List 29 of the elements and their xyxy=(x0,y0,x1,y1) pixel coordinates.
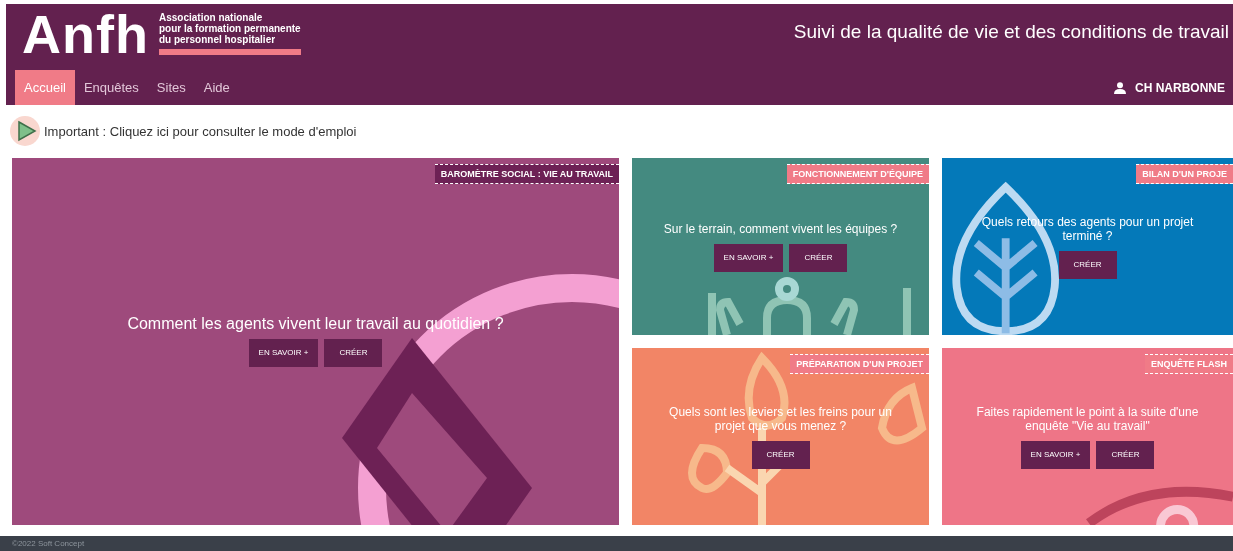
category-tag: BILAN D'UN PROJE xyxy=(1136,164,1233,184)
instructions-link[interactable]: Important : Cliquez ici pour consulter le mode d'emploi xyxy=(44,123,357,139)
user-icon xyxy=(1114,81,1126,94)
category-tag: ENQUÊTE FLASH xyxy=(1145,354,1233,374)
category-tag: BAROMÈTRE SOCIAL : VIE AU TRAVAIL xyxy=(434,164,619,184)
logo-subtitle: Association nationale xyxy=(158,12,264,23)
nav-tab[interactable]: Enquêtes xyxy=(74,70,148,105)
play-icon[interactable] xyxy=(8,114,42,148)
card-button[interactable]: CRÉER xyxy=(1058,250,1117,279)
card-question: Faites rapidement le point à la suite d'une enquête "Vie au travail" xyxy=(975,404,1200,433)
app-title: Suivi de la qualité de vie et des conditions de travail xyxy=(793,21,1229,43)
card-question: Sur le terrain, comment vivent les équipes ? xyxy=(663,221,898,236)
copyright-text: ©2022 Soft Concept xyxy=(12,539,85,548)
card-button[interactable]: CRÉER xyxy=(751,440,810,469)
nav-tab[interactable]: Aide xyxy=(194,70,239,105)
card-question: Quels sont les leviers et les freins pour un projet que vous menez ? xyxy=(668,404,893,433)
logo-subtitle: du personnel hospitalier xyxy=(158,34,276,45)
logo-wordmark: Anfh xyxy=(22,4,149,64)
category-tag: PRÉPARATION D'UN PROJET xyxy=(790,354,929,374)
card-button[interactable]: CRÉER xyxy=(1096,440,1155,469)
logo-subtitle: pour la formation permanente xyxy=(158,23,301,34)
card-button[interactable]: CRÉER xyxy=(789,243,848,272)
card-button[interactable]: EN SAVOIR + xyxy=(713,243,784,272)
category-tag: FONCTIONNEMENT D'ÉQUIPE xyxy=(786,164,929,184)
nav-tab[interactable]: Sites xyxy=(147,70,195,105)
card-button[interactable]: EN SAVOIR + xyxy=(1020,440,1091,469)
card-button[interactable]: CRÉER xyxy=(324,338,383,367)
user-name[interactable]: CH NARBONNE xyxy=(1135,80,1225,95)
card-button[interactable]: EN SAVOIR + xyxy=(248,338,319,367)
